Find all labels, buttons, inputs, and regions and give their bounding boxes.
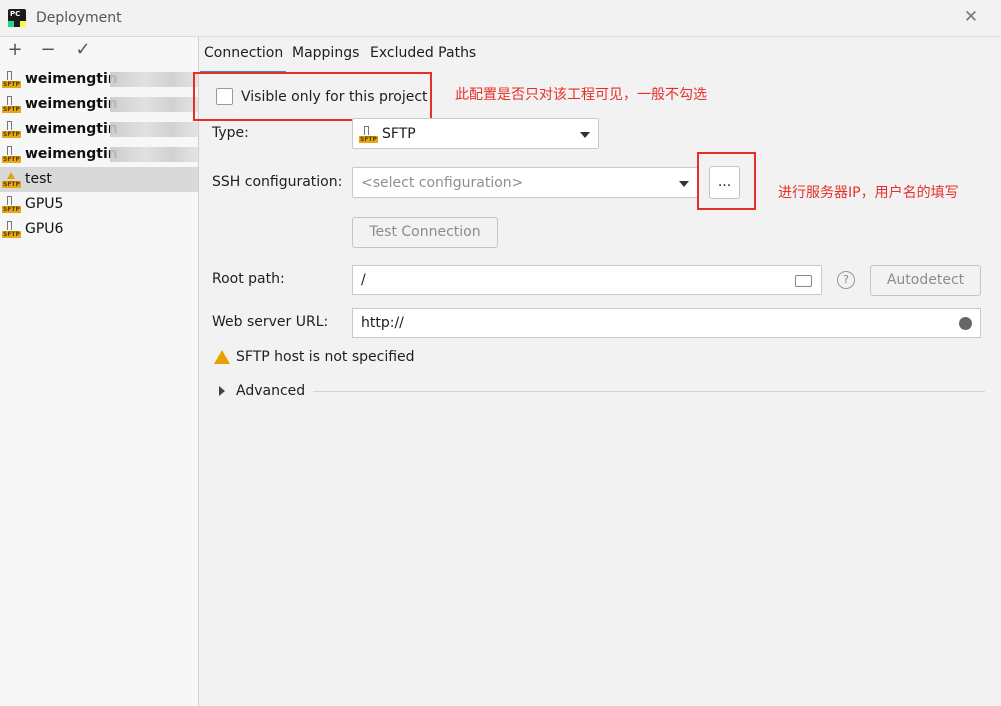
web-server-url-value: http:// [361, 315, 404, 331]
server-label: weimengtin [25, 146, 118, 162]
chevron-down-icon [679, 181, 689, 187]
pycharm-app-icon: PC [8, 9, 26, 27]
type-label: Type: [212, 125, 249, 141]
warning-icon [214, 350, 230, 364]
ssh-config-browse-button[interactable]: ... [709, 166, 740, 199]
server-list-toolbar: + − ✓ [0, 37, 198, 65]
test-connection-button[interactable]: Test Connection [352, 217, 498, 248]
type-select[interactable]: SFTP SFTP [352, 118, 599, 149]
web-server-url-label: Web server URL: [212, 314, 329, 330]
annotation-text: 进行服务器IP，用户名的填写 [778, 185, 959, 201]
add-icon[interactable]: + [4, 39, 26, 61]
server-label: weimengtin [25, 121, 118, 137]
annotation-text: 此配置是否只对该工程可见，一般不勾选 [455, 87, 707, 103]
folder-icon[interactable] [795, 275, 812, 287]
help-icon[interactable]: ? [837, 271, 855, 289]
close-icon[interactable]: ✕ [961, 7, 981, 27]
server-item[interactable]: SFTP GPU5 [0, 192, 198, 217]
redacted-text [110, 97, 198, 112]
server-label: GPU6 [25, 221, 64, 237]
ssh-config-label: SSH configuration: [212, 174, 343, 190]
warning-text: SFTP host is not specified [236, 349, 415, 365]
visible-only-checkbox[interactable] [216, 88, 233, 105]
tab-mappings[interactable]: Mappings [292, 45, 359, 61]
redacted-text [110, 72, 198, 87]
sftp-server-icon: SFTP [2, 221, 21, 238]
title-bar [0, 0, 1001, 37]
server-item-selected[interactable]: SFTP test [0, 167, 198, 192]
sftp-server-icon: SFTP [2, 146, 21, 163]
server-item[interactable]: SFTP weimengtin [0, 92, 198, 117]
visible-only-label: Visible only for this project [241, 89, 428, 105]
advanced-section-toggle[interactable]: Advanced [236, 383, 305, 399]
sftp-warning-icon: SFTP [2, 171, 21, 188]
redacted-text [110, 122, 198, 137]
sftp-server-icon: SFTP [2, 196, 21, 213]
web-server-url-input[interactable]: http:// [352, 308, 981, 338]
remove-icon[interactable]: − [37, 39, 59, 61]
sftp-server-icon: SFTP [2, 121, 21, 138]
chevron-right-icon[interactable] [219, 386, 225, 396]
ssh-config-placeholder: <select configuration> [361, 175, 524, 191]
section-divider [313, 391, 985, 392]
server-label: test [25, 171, 52, 187]
server-item[interactable]: SFTP weimengtin [0, 67, 198, 92]
tab-excluded-paths[interactable]: Excluded Paths [370, 45, 476, 61]
server-item[interactable]: SFTP weimengtin [0, 142, 198, 167]
root-path-label: Root path: [212, 271, 285, 287]
window-title: Deployment [36, 10, 122, 26]
sftp-icon: SFTP [359, 126, 378, 143]
tab-connection[interactable]: Connection [204, 45, 283, 61]
server-label: weimengtin [25, 71, 118, 87]
sftp-server-icon: SFTP [2, 96, 21, 113]
type-value: SFTP [382, 126, 416, 142]
check-icon[interactable]: ✓ [72, 39, 94, 61]
sftp-server-icon: SFTP [2, 71, 21, 88]
chevron-down-icon [580, 132, 590, 138]
autodetect-button[interactable]: Autodetect [870, 265, 981, 296]
server-label: weimengtin [25, 96, 118, 112]
globe-icon[interactable] [959, 317, 972, 330]
server-item[interactable]: SFTP GPU6 [0, 217, 198, 242]
root-path-value: / [361, 272, 366, 288]
root-path-input[interactable]: / [352, 265, 822, 295]
server-item[interactable]: SFTP weimengtin [0, 117, 198, 142]
redacted-text [110, 147, 198, 162]
server-label: GPU5 [25, 196, 64, 212]
ssh-config-select[interactable]: <select configuration> [352, 167, 699, 198]
